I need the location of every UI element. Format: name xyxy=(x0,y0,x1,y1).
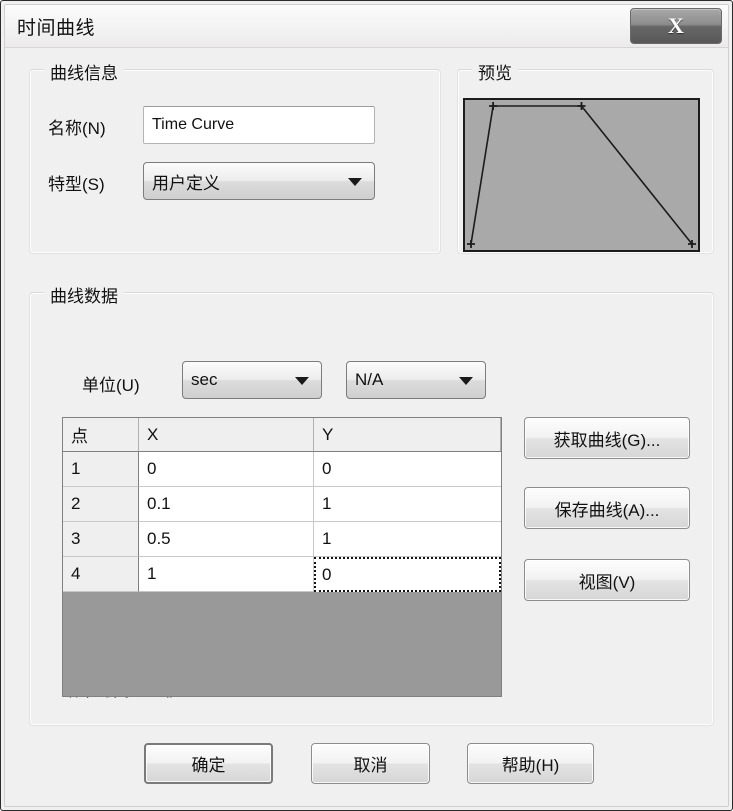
curve-type-value: 用户定义 xyxy=(152,173,220,193)
table-row[interactable]: 4 1 0 xyxy=(63,557,501,592)
cell-point: 3 xyxy=(63,522,139,557)
unit-y-select[interactable]: N/A xyxy=(346,361,486,399)
curve-type-select[interactable]: 用户定义 xyxy=(143,162,375,200)
cell-point: 1 xyxy=(63,452,139,487)
curve-preview-chart xyxy=(463,98,700,252)
unit-x-select[interactable]: sec xyxy=(182,361,322,399)
unit-label: 单位(U) xyxy=(82,376,140,395)
dialog-inner-frame: 时间曲线 X 曲线信息 名称(N) Time Curve 特型(S) 用户定义 … xyxy=(4,4,729,807)
cell-point: 4 xyxy=(63,557,139,592)
chevron-down-icon xyxy=(295,377,309,385)
table-row[interactable]: 3 0.5 1 xyxy=(63,522,501,557)
column-header-x: X xyxy=(139,418,314,451)
title-bar: 时间曲线 X xyxy=(5,5,728,48)
ok-button[interactable]: 确定 xyxy=(144,743,273,784)
chevron-down-icon xyxy=(459,377,473,385)
cell-x[interactable]: 0.1 xyxy=(139,487,314,522)
curve-info-group-label: 曲线信息 xyxy=(44,59,124,84)
time-curve-dialog: 时间曲线 X 曲线信息 名称(N) Time Curve 特型(S) 用户定义 … xyxy=(0,0,733,811)
load-curve-button[interactable]: 获取曲线(G)... xyxy=(524,417,690,459)
save-curve-button[interactable]: 保存曲线(A)... xyxy=(524,487,690,529)
chevron-down-icon xyxy=(348,178,362,186)
cancel-button[interactable]: 取消 xyxy=(311,743,430,784)
curve-data-group: 曲线数据 单位(U) sec N/A 结果时间 = 1 秒 点 X Y 1 xyxy=(29,282,714,726)
table-header-row: 点 X Y xyxy=(63,418,501,452)
preview-curve-svg xyxy=(467,102,696,248)
table-row[interactable]: 2 0.1 1 xyxy=(63,487,501,522)
curve-info-group: 曲线信息 名称(N) Time Curve 特型(S) 用户定义 xyxy=(29,59,441,254)
cell-y[interactable]: 1 xyxy=(314,487,501,522)
close-button[interactable]: X xyxy=(630,8,722,44)
cell-y-focused[interactable]: 0 xyxy=(314,557,501,592)
column-header-y: Y xyxy=(314,418,501,451)
unit-y-value: N/A xyxy=(355,370,384,389)
cell-point: 2 xyxy=(63,487,139,522)
close-x-icon: X xyxy=(668,13,684,38)
unit-x-value: sec xyxy=(191,370,218,389)
table-empty-area xyxy=(63,592,501,696)
type-label: 特型(S) xyxy=(48,175,105,194)
help-button[interactable]: 帮助(H) xyxy=(467,743,594,784)
name-input[interactable]: Time Curve xyxy=(143,106,375,144)
cell-x[interactable]: 0 xyxy=(139,452,314,487)
name-label: 名称(N) xyxy=(48,119,106,138)
cell-y[interactable]: 1 xyxy=(314,522,501,557)
cell-x[interactable]: 0.5 xyxy=(139,522,314,557)
cell-x[interactable]: 1 xyxy=(139,557,314,592)
cell-y[interactable]: 0 xyxy=(314,452,501,487)
view-button[interactable]: 视图(V) xyxy=(524,559,690,601)
curve-data-group-label: 曲线数据 xyxy=(44,282,124,307)
preview-group: 预览 xyxy=(457,59,714,254)
curve-points-table[interactable]: 点 X Y 1 0 0 2 0.1 1 3 0.5 1 4 1 0 xyxy=(62,417,502,697)
table-row[interactable]: 1 0 0 xyxy=(63,452,501,487)
preview-group-label: 预览 xyxy=(472,59,518,84)
column-header-point: 点 xyxy=(63,418,139,451)
window-title: 时间曲线 xyxy=(17,18,96,39)
